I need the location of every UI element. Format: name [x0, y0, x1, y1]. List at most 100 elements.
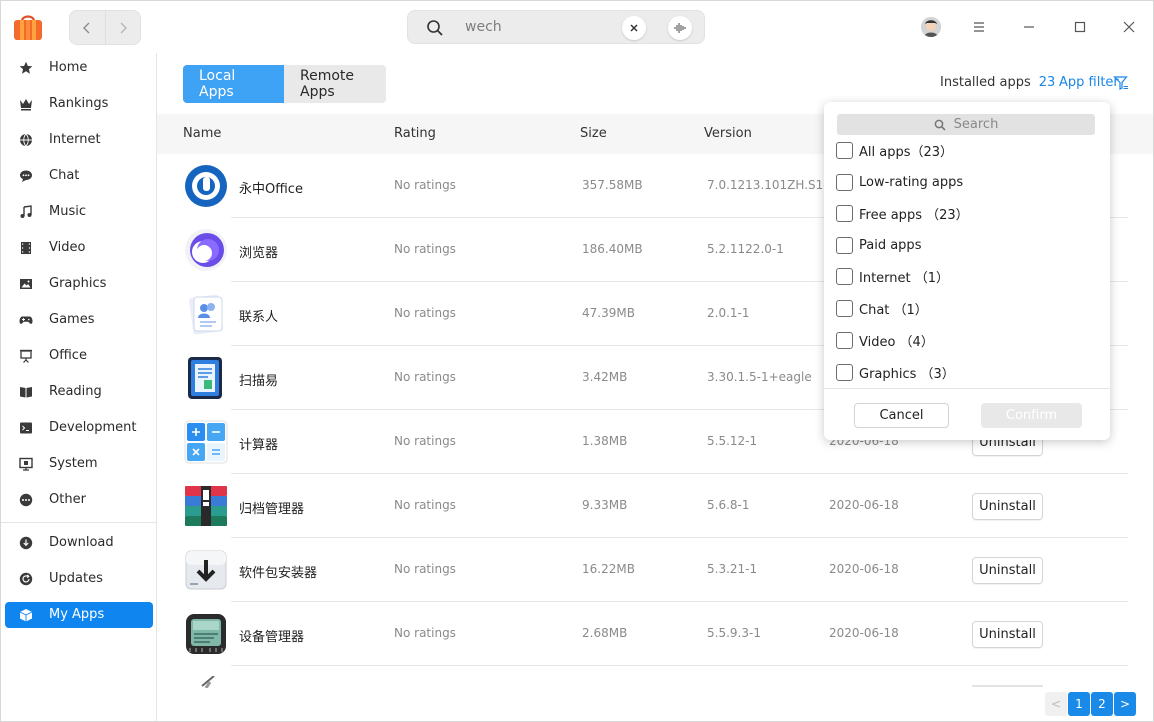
row-divider: [231, 665, 1128, 666]
sidebar-item-other[interactable]: Other: [5, 487, 153, 513]
funnel-filter-icon[interactable]: [1113, 75, 1129, 91]
app-name: 设备管理器: [239, 630, 305, 645]
tab-remote-apps[interactable]: Remote Apps: [284, 65, 386, 103]
sidebar-item-video[interactable]: Video: [5, 235, 153, 261]
tab-local-apps[interactable]: Local Apps: [183, 65, 284, 103]
app-rating: No ratings: [394, 498, 456, 512]
filter-checkbox[interactable]: [836, 236, 853, 254]
app-name: 扫描易: [239, 374, 279, 389]
confirm-button[interactable]: Confirm: [981, 403, 1082, 428]
sidebar-item-office[interactable]: Office: [5, 343, 153, 369]
sidebar-item-graphics[interactable]: Graphics: [5, 271, 153, 297]
globe-icon: [20, 133, 32, 147]
column-header-version[interactable]: Version: [704, 126, 752, 141]
sidebar-item-label: Rankings: [49, 96, 109, 111]
filter-option-chat[interactable]: Chat （1）: [836, 298, 928, 318]
app-name: 计算器: [239, 438, 279, 453]
filter-option-label: Low-rating apps: [859, 174, 964, 190]
table-row[interactable]: 软件包安装器 No ratings 16.22MB 5.3.21-1 2020-…: [157, 538, 1153, 602]
filter-option-graphics[interactable]: Graphics （3）: [836, 362, 955, 382]
app-size: 3.42MB: [582, 370, 628, 384]
app-rating: No ratings: [394, 562, 456, 576]
sidebar-item-system[interactable]: System: [5, 451, 153, 477]
minimize-button[interactable]: [1017, 15, 1041, 39]
sidebar-item-download[interactable]: Download: [5, 530, 153, 556]
filter-checkbox[interactable]: [836, 141, 853, 159]
sidebar-item-music[interactable]: Music: [5, 199, 153, 225]
page-1-button[interactable]: 1: [1068, 692, 1090, 716]
terminal-icon: [20, 422, 32, 434]
app-size: 186.40MB: [582, 242, 643, 256]
navigation-buttons: [69, 10, 141, 45]
table-row[interactable]: 设备管理器 No ratings 2.68MB 5.5.9.3-1 2020-0…: [157, 602, 1153, 666]
hamburger-menu-icon: [974, 22, 984, 32]
filter-option-video[interactable]: Video （4）: [836, 330, 934, 350]
minimize-icon: [1024, 26, 1034, 28]
search-input[interactable]: wech: [407, 10, 705, 44]
filter-checkbox[interactable]: [836, 267, 853, 285]
sidebar-item-development[interactable]: Development: [5, 415, 153, 441]
installed-apps-number: 23: [1038, 75, 1056, 90]
sidebar-item-home[interactable]: Home: [5, 55, 153, 81]
app-store-window: wech Home Rankings Internet Chat Music V…: [0, 0, 1154, 722]
filter-checkbox[interactable]: [836, 299, 853, 317]
search-query[interactable]: wech: [465, 19, 502, 35]
close-icon: [630, 24, 638, 32]
search-icon: [427, 20, 443, 36]
back-button[interactable]: [70, 11, 105, 44]
app-store-logo-icon: [14, 15, 42, 40]
title-bar: wech: [1, 1, 1153, 53]
filter-option-label: All apps（23）: [859, 144, 954, 160]
column-header-rating[interactable]: Rating: [394, 126, 436, 141]
cancel-button[interactable]: Cancel: [854, 403, 949, 428]
chevron-right-icon: [120, 22, 127, 33]
app-size: 357.58MB: [582, 178, 643, 192]
app-version: 5.5.12-1: [707, 434, 758, 448]
voice-search-button[interactable]: [668, 16, 692, 40]
column-header-size[interactable]: Size: [580, 126, 607, 141]
table-row[interactable]: 归档管理器 No ratings 9.33MB 5.6.8-1 2020-06-…: [157, 474, 1153, 538]
archive-manager-app-icon: [185, 486, 227, 526]
filter-option-low-rating[interactable]: Low-rating apps: [836, 172, 963, 192]
device-manager-app-icon: [186, 614, 226, 654]
page-2-button[interactable]: 2: [1091, 692, 1113, 716]
filter-option-all-apps[interactable]: All apps（23）: [836, 140, 953, 160]
app-filter-button[interactable]: App filter: [1059, 75, 1119, 90]
clear-search-button[interactable]: [622, 16, 646, 40]
filter-checkbox[interactable]: [836, 173, 853, 191]
download-icon: [19, 536, 33, 550]
browser-app-icon: [185, 229, 227, 271]
sidebar-divider: [1, 522, 156, 523]
sidebar-item-label: Updates: [49, 571, 103, 586]
uninstall-button[interactable]: Uninstall: [972, 621, 1043, 648]
chat-bubble-icon: [20, 170, 32, 182]
filter-checkbox[interactable]: [836, 331, 853, 349]
filter-option-paid-apps[interactable]: Paid apps: [836, 235, 921, 255]
forward-button[interactable]: [104, 11, 141, 44]
sidebar-item-chat[interactable]: Chat: [5, 163, 153, 189]
next-page-button[interactable]: >: [1114, 692, 1136, 716]
filter-search-input[interactable]: Search: [837, 114, 1095, 135]
prev-page-button[interactable]: <: [1045, 692, 1067, 716]
app-version: 5.2.1122.0-1: [707, 242, 784, 256]
user-avatar[interactable]: [921, 17, 941, 37]
filter-checkbox[interactable]: [836, 204, 853, 222]
filter-option-label: Free apps （23）: [859, 207, 969, 223]
sidebar-item-games[interactable]: Games: [5, 307, 153, 333]
contacts-app-icon: [189, 294, 224, 335]
sidebar-item-rankings[interactable]: Rankings: [5, 91, 153, 117]
maximize-button[interactable]: [1068, 15, 1092, 39]
sidebar-item-internet[interactable]: Internet: [5, 127, 153, 153]
filter-option-free-apps[interactable]: Free apps （23）: [836, 203, 969, 223]
sidebar-item-reading[interactable]: Reading: [5, 379, 153, 405]
sidebar-item-updates[interactable]: Updates: [5, 566, 153, 592]
sidebar-item-label: Internet: [49, 132, 101, 147]
close-window-button[interactable]: [1117, 15, 1141, 39]
uninstall-button[interactable]: Uninstall: [972, 493, 1043, 520]
sidebar-item-my-apps[interactable]: My Apps: [5, 602, 153, 628]
menu-button[interactable]: [967, 15, 991, 39]
column-header-name[interactable]: Name: [183, 126, 221, 141]
uninstall-button[interactable]: Uninstall: [972, 557, 1043, 584]
filter-option-internet[interactable]: Internet （1）: [836, 266, 949, 286]
filter-checkbox[interactable]: [836, 363, 853, 381]
